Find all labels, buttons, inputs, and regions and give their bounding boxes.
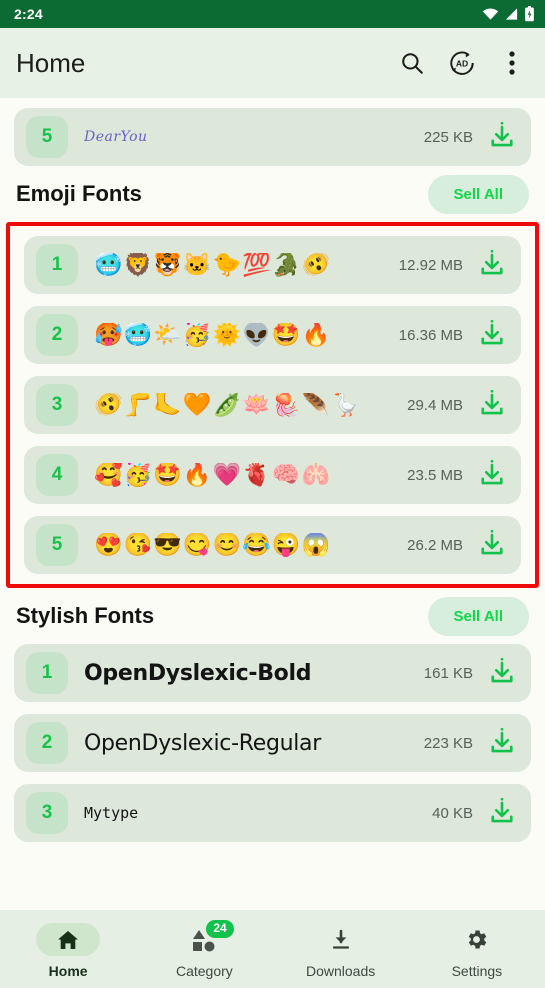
rank-badge: 3 xyxy=(36,384,78,426)
partial-row-container: 5 DearYou 225 KB xyxy=(0,98,545,166)
section-title: Emoji Fonts xyxy=(16,181,142,206)
status-time: 2:24 xyxy=(14,6,43,22)
list-item[interactable]: 2 🥵🥶🌤️🥳🌞👽🤩🔥 16.36 MB xyxy=(24,306,521,364)
battery-icon xyxy=(525,6,534,22)
svg-text:AD: AD xyxy=(456,59,468,69)
file-size: 40 KB xyxy=(432,804,473,822)
file-size: 23.5 MB xyxy=(407,466,463,484)
signal-icon xyxy=(505,8,518,20)
nav-item-home[interactable]: Home xyxy=(13,923,123,979)
download-icon[interactable] xyxy=(477,388,507,423)
badge-count-category: 24 xyxy=(206,920,234,938)
font-name: 🥰🥳🤩🔥💗🫀🧠🫁 xyxy=(94,463,332,487)
download-icon xyxy=(309,923,373,956)
font-name: OpenDyslexic-Bold xyxy=(84,660,312,686)
list-item[interactable]: 2 OpenDyslexic-Regular 223 KB xyxy=(14,714,531,772)
download-icon[interactable] xyxy=(487,656,517,691)
home-icon xyxy=(36,923,101,956)
rank-badge: 2 xyxy=(26,722,68,764)
stylish-fonts-list: 1 OpenDyslexic-Bold 161 KB 2 OpenDyslexi… xyxy=(0,644,545,842)
category-icon: 24 xyxy=(172,920,236,956)
file-size: 16.36 MB xyxy=(398,326,463,344)
font-name: OpenDyslexic-Regular xyxy=(84,730,321,756)
search-icon[interactable] xyxy=(397,48,427,78)
font-name: DearYou xyxy=(84,129,148,145)
download-icon[interactable] xyxy=(477,528,507,563)
nav-label-category: Category xyxy=(175,963,233,979)
app-bar: Home AD xyxy=(0,28,545,98)
file-size: 26.2 MB xyxy=(407,536,463,554)
font-name: 🥵🥶🌤️🥳🌞👽🤩🔥 xyxy=(94,323,332,347)
app-bar-actions: AD xyxy=(397,48,531,78)
list-item[interactable]: 1 OpenDyslexic-Bold 161 KB xyxy=(14,644,531,702)
page-title: Home xyxy=(16,47,86,78)
download-icon[interactable] xyxy=(487,796,517,831)
nav-item-downloads[interactable]: Downloads xyxy=(286,923,396,979)
list-item[interactable]: 5 DearYou 225 KB xyxy=(14,108,531,166)
rank-badge: 5 xyxy=(26,116,68,158)
sell-all-button-emoji[interactable]: Sell All xyxy=(427,174,529,214)
sell-all-button-stylish[interactable]: Sell All xyxy=(427,596,529,636)
download-icon[interactable] xyxy=(487,120,517,155)
rank-badge: 1 xyxy=(36,244,78,286)
overflow-menu-icon[interactable] xyxy=(497,48,527,78)
font-name: 🫨🦵🦶🧡🫛🪷🪼🪶🪿 xyxy=(94,393,361,417)
status-bar: 2:24 xyxy=(0,0,545,28)
file-size: 29.4 MB xyxy=(407,396,463,414)
status-icons xyxy=(482,6,535,22)
download-icon[interactable] xyxy=(487,726,517,761)
rank-badge: 3 xyxy=(26,792,68,834)
highlight-box: 1 🥶🦁🐯🐱🐤💯🐊🫨 12.92 MB 2 🥵🥶🌤️🥳🌞👽🤩🔥 16.36 MB… xyxy=(6,222,539,588)
list-item[interactable]: 4 🥰🥳🤩🔥💗🫀🧠🫁 23.5 MB xyxy=(24,446,521,504)
list-item[interactable]: 3 🫨🦵🦶🧡🫛🪷🪼🪶🪿 29.4 MB xyxy=(24,376,521,434)
list-item[interactable]: 5 😍😘😎😋😊😂😜😱 26.2 MB xyxy=(24,516,521,574)
remove-ads-icon[interactable]: AD xyxy=(447,48,477,78)
nav-item-category[interactable]: 24 Category xyxy=(149,920,259,979)
section-title: Stylish Fonts xyxy=(16,603,155,628)
scroll-content[interactable]: 5 DearYou 225 KB Emoji Fonts Sell All 1 … xyxy=(0,98,545,910)
font-name: 🥶🦁🐯🐱🐤💯🐊🫨 xyxy=(94,253,332,277)
file-size: 161 KB xyxy=(423,664,473,682)
font-name: 😍😘😎😋😊😂😜😱 xyxy=(94,533,332,557)
nav-label-downloads: Downloads xyxy=(305,963,376,979)
nav-item-settings[interactable]: Settings xyxy=(422,923,532,979)
wifi-icon xyxy=(482,8,499,20)
file-size: 223 KB xyxy=(423,734,473,752)
section-header-emoji-fonts: Emoji Fonts Sell All xyxy=(0,166,545,222)
rank-badge: 5 xyxy=(36,524,78,566)
download-icon[interactable] xyxy=(477,318,507,353)
nav-label-home: Home xyxy=(48,963,88,979)
app-screen: 2:24 Home AD 5 DearYou 225 KB Emoji Font… xyxy=(0,0,545,988)
rank-badge: 2 xyxy=(36,314,78,356)
section-header-stylish-fonts: Stylish Fonts Sell All xyxy=(0,588,545,644)
file-size: 12.92 MB xyxy=(398,256,463,274)
nav-label-settings: Settings xyxy=(451,963,503,979)
rank-badge: 4 xyxy=(36,454,78,496)
download-icon[interactable] xyxy=(477,248,507,283)
font-name: Mytype xyxy=(84,803,139,822)
list-item[interactable]: 1 🥶🦁🐯🐱🐤💯🐊🫨 12.92 MB xyxy=(24,236,521,294)
bottom-navigation: Home 24 Category Downloads Settings xyxy=(0,910,545,988)
list-item[interactable]: 3 Mytype 40 KB xyxy=(14,784,531,842)
gear-icon xyxy=(445,923,509,956)
download-icon[interactable] xyxy=(477,458,507,493)
file-size: 225 KB xyxy=(423,128,473,146)
rank-badge: 1 xyxy=(26,652,68,694)
